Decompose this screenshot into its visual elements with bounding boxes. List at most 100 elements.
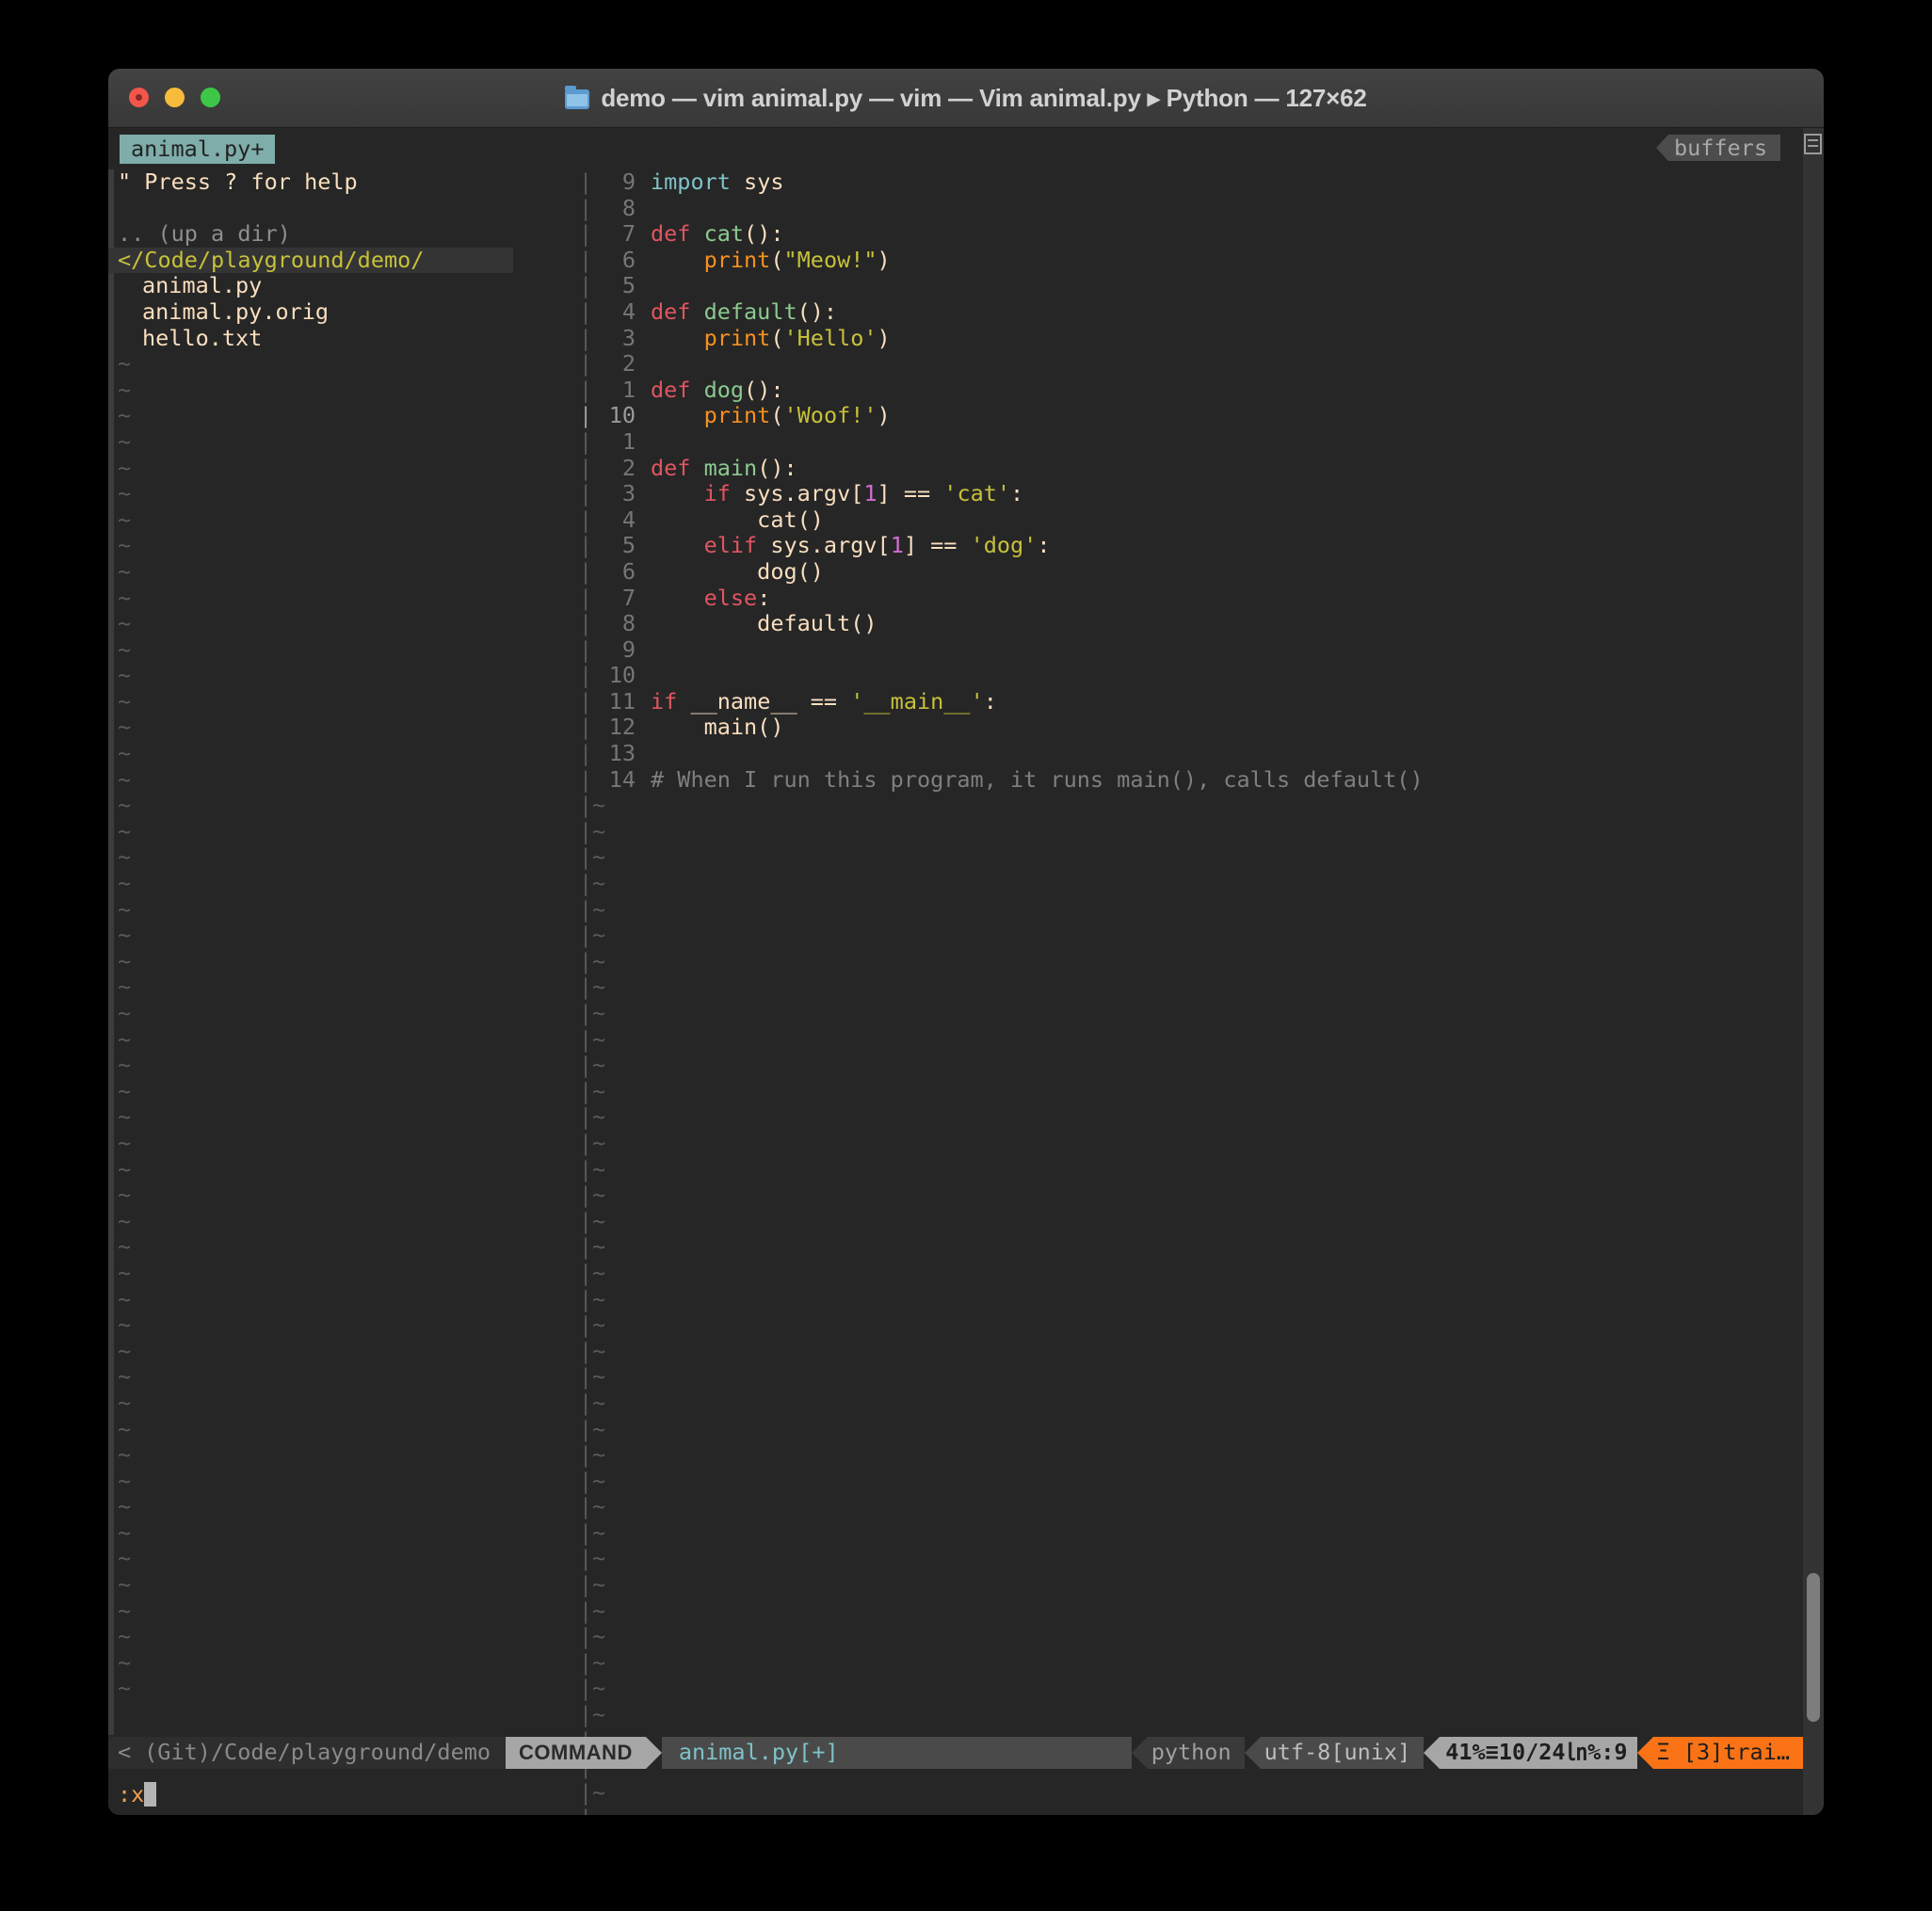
- code-line[interactable]: | 4 cat(): [579, 506, 1803, 534]
- code-line[interactable]: | 7 def cat():: [579, 220, 1803, 248]
- code-empty-row: |~: [579, 1129, 1803, 1157]
- tree-empty-marker: ~: [118, 610, 132, 637]
- code-line[interactable]: | 9 import sys: [579, 169, 1803, 196]
- tree-empty-marker: ~: [118, 765, 132, 793]
- line-separator: |: [579, 817, 593, 844]
- tree-row: ~: [118, 1181, 523, 1209]
- line-separator: |: [579, 765, 593, 793]
- code-line[interactable]: | 5: [579, 273, 1803, 299]
- code-empty-row: |~: [579, 922, 1803, 949]
- tree-empty-marker: ~: [118, 1129, 132, 1156]
- empty-line-marker: ~: [592, 1415, 606, 1442]
- code-pane[interactable]: | 9 import sys | 8 | 7 def cat(): | 6 print("Meow…: [579, 169, 1803, 1815]
- code-line[interactable]: | 11 if __name__ == '__main__':: [579, 688, 1803, 715]
- empty-line-marker: ~: [592, 1052, 606, 1079]
- code-line[interactable]: | 1 def dog():: [579, 377, 1803, 404]
- code-line[interactable]: | 10: [579, 663, 1803, 689]
- line-number: 3: [621, 324, 636, 351]
- tree-empty-marker: ~: [118, 1259, 132, 1286]
- tree-empty-marker: ~: [118, 1285, 132, 1312]
- code-line[interactable]: | 3 if sys.argv[1] == 'cat':: [579, 480, 1803, 507]
- code-line[interactable]: | 8 default(): [579, 610, 1803, 637]
- empty-line-marker: ~: [592, 1623, 606, 1650]
- code-line[interactable]: | 10 print('Woof!'): [579, 403, 1803, 429]
- empty-line-marker: ~: [592, 817, 606, 844]
- code-token: dog(): [651, 557, 824, 585]
- tree-empty-marker: ~: [118, 1441, 132, 1469]
- line-separator: |: [579, 1518, 593, 1546]
- tree-row: ~: [118, 1285, 523, 1313]
- tree-empty-marker: ~: [118, 1675, 132, 1702]
- code-line[interactable]: | 4 def default():: [579, 297, 1803, 326]
- empty-line-marker: ~: [592, 1363, 606, 1390]
- code-token: ():: [757, 454, 797, 481]
- scrollbar-column[interactable]: [1803, 128, 1824, 1815]
- code-line[interactable]: | 8: [579, 195, 1803, 222]
- window-titlebar[interactable]: demo — vim animal.py — vim — Vim animal.…: [108, 69, 1824, 128]
- tree-up-dir[interactable]: .. (up a dir): [118, 220, 291, 247]
- git-path-text: (Git)/Code/playground/demo: [144, 1739, 491, 1766]
- line-separator: |: [579, 792, 593, 819]
- line-number: 4: [621, 297, 636, 325]
- code-empty-row: |~: [579, 870, 1803, 897]
- file-tree-pane[interactable]: " Press ? for help .. (up a dir) </Code/pl…: [108, 169, 523, 1735]
- tree-empty-marker: ~: [118, 427, 132, 455]
- line-separator: |: [579, 324, 593, 351]
- code-empty-row: |~: [579, 1286, 1803, 1313]
- code-empty-row: |~: [579, 1181, 1803, 1209]
- line-number: 3: [621, 480, 636, 507]
- tree-row: ~: [118, 585, 523, 612]
- code-line[interactable]: | 5 elif sys.argv[1] == 'dog':: [579, 533, 1803, 559]
- tree-empty-marker: ~: [118, 1052, 132, 1079]
- buffers-tab[interactable]: buffers: [1655, 135, 1780, 161]
- tree-file-0[interactable]: animal.py: [118, 272, 262, 299]
- code-line[interactable]: | 12 main(): [579, 715, 1803, 741]
- code-line[interactable]: | 6 print("Meow!"): [579, 246, 1803, 274]
- tree-row: ~: [118, 1208, 523, 1235]
- list-icon[interactable]: [1804, 134, 1822, 154]
- code-line[interactable]: | 3 print('Hello'): [579, 324, 1803, 352]
- tree-empty-marker: ~: [118, 1467, 132, 1494]
- code-line[interactable]: | 9: [579, 636, 1803, 664]
- code-empty-row: |~: [579, 948, 1803, 975]
- code-empty-row: |~: [579, 1468, 1803, 1495]
- tree-empty-marker: ~: [118, 1077, 132, 1104]
- line-separator: |: [579, 1181, 593, 1209]
- tab-animal-py[interactable]: animal.py+: [120, 135, 276, 164]
- code-line[interactable]: | 6 dog(): [579, 557, 1803, 586]
- line-separator: |: [579, 1052, 593, 1079]
- tree-empty-marker: ~: [118, 557, 132, 585]
- line-separator: |: [579, 1363, 593, 1390]
- vim-editor: animal.py+ buffers " Press ? for help .. …: [108, 128, 1803, 1815]
- tree-empty-marker: ~: [118, 740, 132, 767]
- scrollbar-thumb[interactable]: [1807, 1573, 1820, 1722]
- code-line[interactable]: | 13: [579, 740, 1803, 767]
- tree-row: ~: [118, 480, 523, 507]
- tree-row: ~: [118, 715, 523, 741]
- code-token: ] ==: [877, 480, 944, 507]
- empty-line-marker: ~: [592, 1337, 606, 1364]
- code-empty-row: |~: [579, 1676, 1803, 1702]
- code-line[interactable]: | 14 # When I run this program, it runs ma…: [579, 765, 1803, 794]
- code-line[interactable]: | 2 def main():: [579, 454, 1803, 482]
- powerline-arrow-icon: [1131, 1737, 1148, 1769]
- empty-line-marker: ~: [592, 1129, 606, 1156]
- empty-line-marker: ~: [592, 1441, 606, 1469]
- tree-current-dir[interactable]: </Code/playground/demo/: [108, 247, 513, 274]
- code-line[interactable]: | 2: [579, 351, 1803, 377]
- line-separator: |: [579, 454, 593, 481]
- tree-empty-marker: ~: [118, 947, 132, 974]
- code-empty-row: |~: [579, 1311, 1803, 1339]
- code-line[interactable]: | 7 else:: [579, 585, 1803, 612]
- empty-line-marker: ~: [592, 843, 606, 871]
- powerline-arrow-icon: [1655, 135, 1668, 161]
- tree-file-2[interactable]: hello.txt: [118, 325, 262, 351]
- tree-file-1[interactable]: animal.py.orig: [118, 298, 329, 325]
- vim-command-line[interactable]: :x: [108, 1778, 1812, 1810]
- tree-row: ~: [118, 1259, 523, 1287]
- line-number: 6: [621, 246, 636, 273]
- code-token: dog: [703, 376, 745, 403]
- code-line[interactable]: | 1: [579, 428, 1803, 456]
- line-separator: |: [579, 1648, 593, 1676]
- tree-empty-marker: ~: [118, 350, 132, 377]
